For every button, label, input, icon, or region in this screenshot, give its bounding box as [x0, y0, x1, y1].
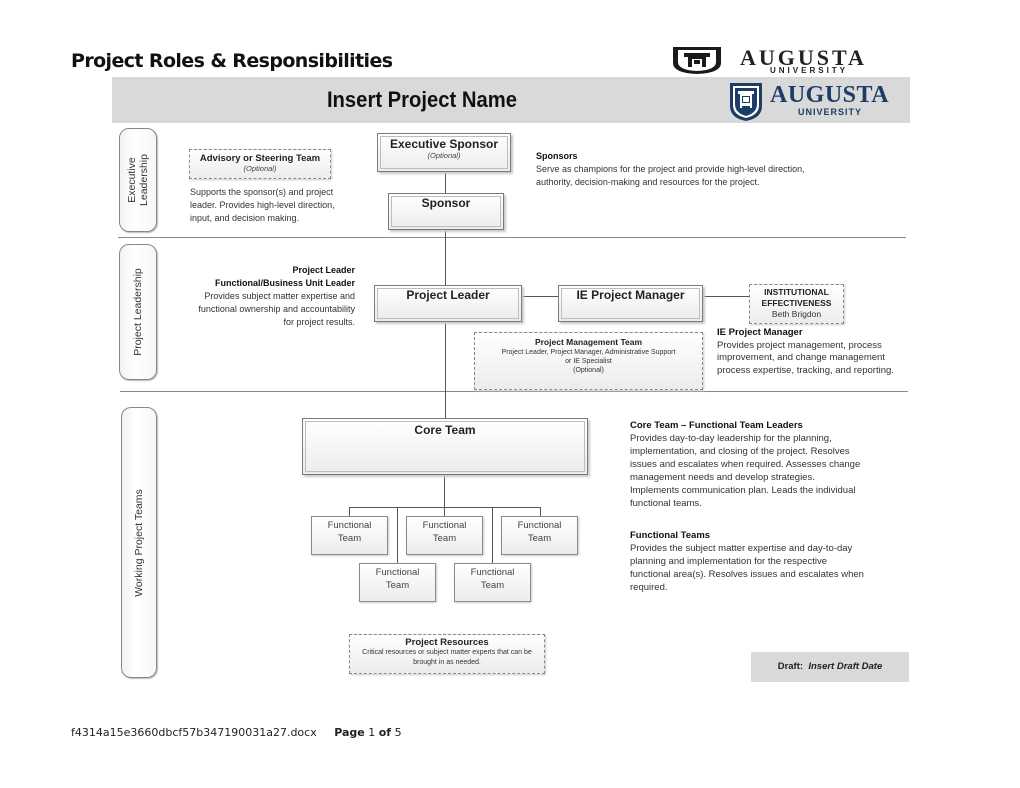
functional-teams-text: Provides the subject matter expertise an… [630, 543, 864, 593]
advisory-description: Supports the sponsor(s) and project lead… [190, 187, 335, 223]
section-divider [118, 237, 906, 238]
executive-sponsor-box[interactable]: Executive Sponsor (Optional) [377, 133, 511, 172]
core-team-text: Provides day-to-day leadership for the p… [630, 433, 861, 509]
banner-logo-subtitle: UNIVERSITY [798, 107, 863, 117]
pm-team-optional: (Optional) [573, 367, 604, 374]
project-management-team-box[interactable]: Project Management Team Project Leader, … [474, 332, 703, 390]
project-leader-text: Provides subject matter expertise and fu… [198, 291, 355, 327]
footer-of-label: of [378, 726, 392, 739]
ie-project-manager-title: IE Project Manager [576, 288, 685, 302]
footer-filename: f4314a15e3660dbcf57b347190031a27.docx [71, 726, 317, 739]
ie-pm-heading: IE Project Manager [717, 327, 803, 338]
sponsor-title: Sponsor [421, 196, 471, 210]
ie-pm-text: Provides project management, process imp… [717, 339, 894, 376]
functional-team-box[interactable]: Functional Team [501, 516, 578, 555]
project-leader-title: Project Leader [406, 288, 490, 302]
draft-date-value: Insert Draft Date [808, 661, 883, 672]
connector-line [349, 507, 350, 516]
page-footer: f4314a15e3660dbcf57b347190031a27.docx Pa… [71, 726, 402, 739]
ie-pm-description: IE Project Manager Provides project mana… [717, 327, 911, 377]
advisory-optional: (Optional) [243, 164, 277, 173]
functional-teams-heading: Functional Teams [630, 530, 711, 541]
ie-office-line2: EFFECTIVENESS [761, 298, 832, 308]
connector-line [445, 170, 446, 194]
connector-line [540, 507, 541, 516]
connector-line [520, 296, 558, 297]
executive-sponsor-title: Executive Sponsor [389, 137, 499, 151]
connector-line [444, 507, 445, 516]
pm-team-line2: or IE Specialist [565, 358, 612, 365]
project-leader-heading-1: Project Leader [292, 265, 355, 275]
sponsors-text: Serve as champions for the project and p… [536, 164, 805, 187]
pm-team-title: Project Management Team [534, 337, 643, 347]
lane-label-line2: Leadership [138, 154, 150, 206]
advisory-title: Advisory or Steering Team [199, 153, 321, 164]
connector-line [492, 507, 493, 563]
connector-line [445, 228, 446, 286]
institutional-effectiveness-box[interactable]: INSTITUTIONAL EFFECTIVENESS Beth Brigdon [749, 284, 844, 324]
project-leader-box[interactable]: Project Leader [374, 285, 522, 322]
connector-line [445, 318, 446, 418]
footer-page-current: 1 [368, 726, 376, 739]
header-logo: AUGUSTA UNIVERSITY [670, 45, 900, 77]
functional-team-box[interactable]: Functional Team [454, 563, 531, 602]
functional-teams-description: Functional Teams Provides the subject ma… [630, 529, 870, 594]
sponsor-box[interactable]: Sponsor [388, 193, 504, 230]
document-title: Project Roles & Responsibilities [71, 50, 393, 72]
core-team-title: Core Team [414, 423, 476, 437]
executive-sponsor-optional: (Optional) [427, 151, 461, 160]
sponsors-heading: Sponsors [536, 151, 578, 161]
project-name[interactable]: Insert Project Name [137, 87, 707, 113]
lane-label-project-leadership: Project Leadership [132, 268, 144, 356]
draft-label: Draft: [777, 661, 804, 672]
banner-logo: AUGUSTA UNIVERSITY [728, 82, 908, 122]
banner-logo-wordmark: AUGUSTA [770, 82, 890, 108]
lane-label-executive: Executive Leadership [126, 154, 150, 206]
ie-office-name: Beth Brigdon [771, 309, 822, 319]
lane-label-line1: Executive [126, 157, 138, 203]
shield-bell-tower-icon [730, 83, 762, 121]
logo-subtitle: UNIVERSITY [770, 66, 849, 75]
core-team-box[interactable]: Core Team [302, 418, 588, 475]
lane-executive-leadership: Executive Leadership [119, 128, 157, 232]
lane-project-leadership: Project Leadership [119, 244, 157, 380]
project-resources-box[interactable]: Project Resources Critical resources or … [349, 634, 545, 674]
lane-working-project-teams: Working Project Teams [121, 407, 157, 678]
functional-team-box[interactable]: Functional Team [406, 516, 483, 555]
advisory-steering-team-box[interactable]: Advisory or Steering Team (Optional) [189, 149, 331, 179]
section-divider [120, 391, 908, 392]
core-team-description: Core Team – Functional Team Leaders Prov… [630, 419, 865, 510]
pm-team-line1: Project Leader, Project Manager, Adminis… [501, 349, 676, 356]
connector-line [444, 473, 445, 507]
connector-line [397, 507, 398, 563]
footer-page-label: Page [334, 726, 365, 739]
project-resources-title: Project Resources [405, 637, 489, 648]
footer-page-total: 5 [394, 726, 402, 739]
core-team-heading: Core Team – Functional Team Leaders [630, 420, 803, 431]
project-leader-heading-2: Functional/Business Unit Leader [214, 278, 355, 288]
project-leader-description: Project Leader Functional/Business Unit … [196, 264, 355, 329]
lane-label-working-teams: Working Project Teams [133, 488, 145, 597]
ie-project-manager-box[interactable]: IE Project Manager [558, 285, 703, 322]
sponsors-description: Sponsors Serve as champions for the proj… [536, 150, 816, 189]
bell-tower-icon [673, 47, 721, 74]
functional-team-box[interactable]: Functional Team [311, 516, 388, 555]
draft-date-box[interactable]: Draft: Insert Draft Date [751, 652, 909, 682]
ie-office-line1: INSTITUTIONAL [764, 287, 829, 297]
project-resources-text: Critical resources or subject matter exp… [362, 649, 532, 666]
connector-line [701, 296, 749, 297]
functional-team-box[interactable]: Functional Team [359, 563, 436, 602]
